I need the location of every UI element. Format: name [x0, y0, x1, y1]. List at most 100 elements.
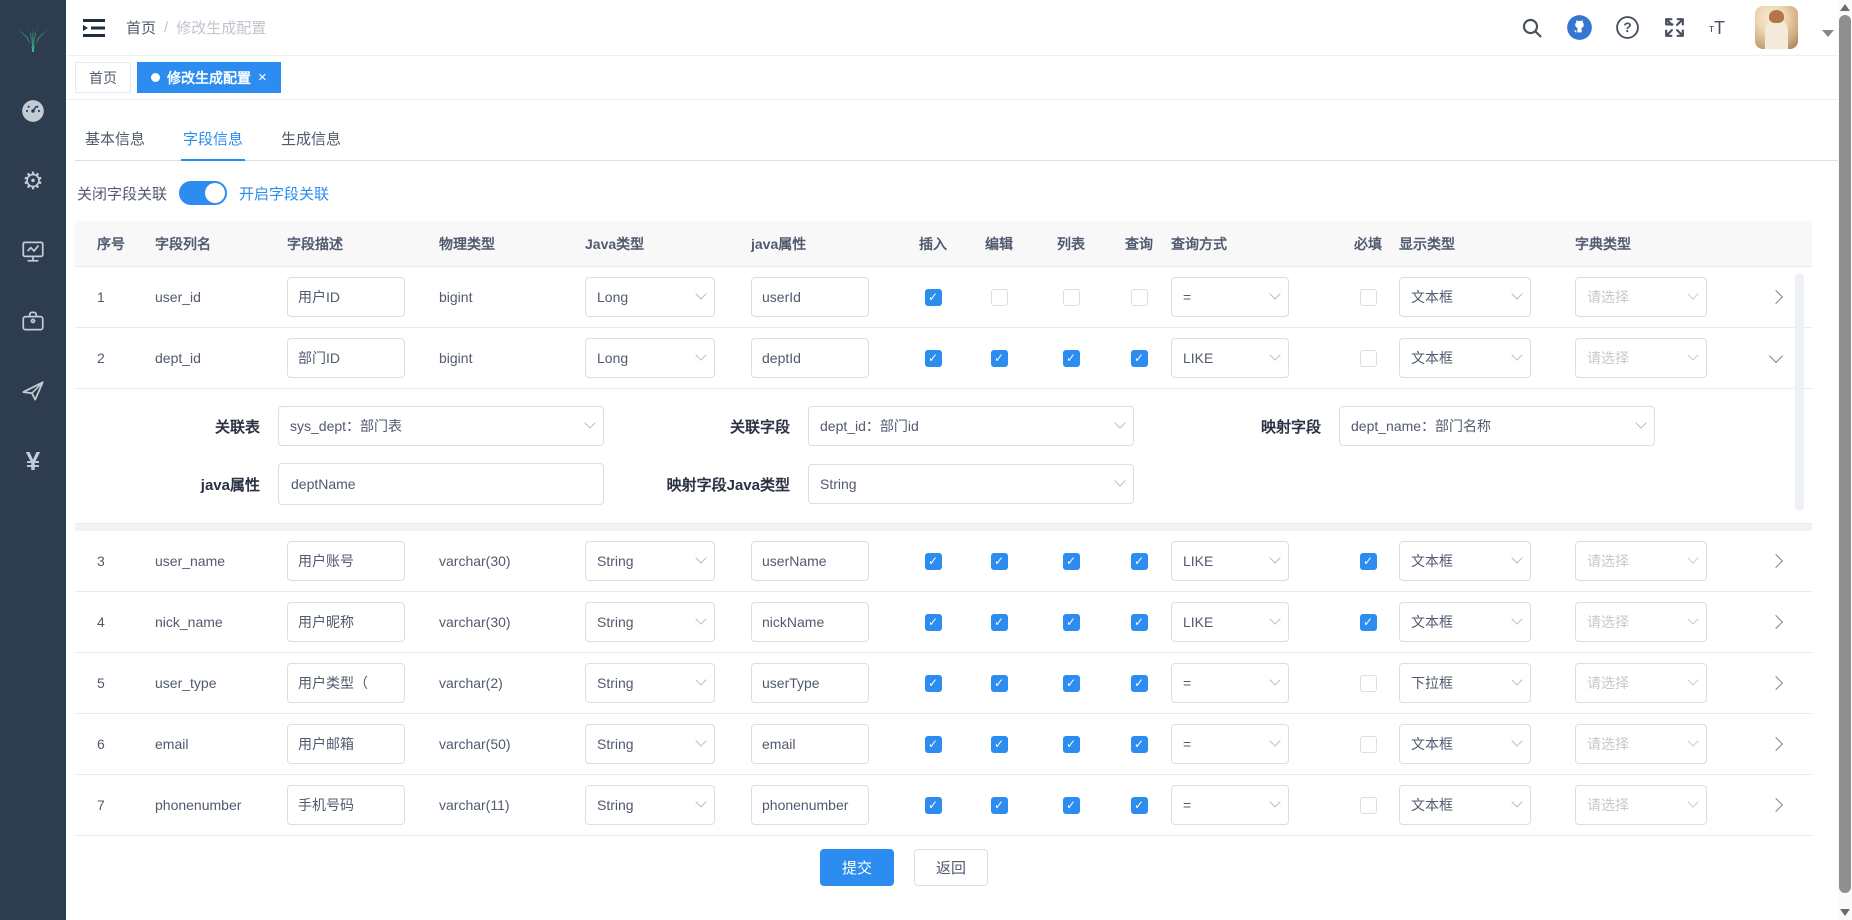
- list-checkbox[interactable]: [1063, 675, 1080, 692]
- list-checkbox[interactable]: [1063, 553, 1080, 570]
- java-type-select[interactable]: String: [585, 663, 715, 703]
- list-checkbox[interactable]: [1063, 736, 1080, 753]
- java-type-select[interactable]: String: [585, 785, 715, 825]
- sidebar-item-finance[interactable]: ¥: [0, 426, 66, 496]
- close-icon[interactable]: ×: [258, 69, 267, 86]
- required-checkbox[interactable]: [1360, 350, 1377, 367]
- sidebar-item-monitor[interactable]: [0, 216, 66, 286]
- sidebar-item-dashboard[interactable]: [0, 76, 66, 146]
- describe-input[interactable]: [287, 541, 405, 581]
- java-type-select[interactable]: Long: [585, 277, 715, 317]
- edit-checkbox[interactable]: [991, 553, 1008, 570]
- user-avatar[interactable]: [1755, 6, 1798, 49]
- html-type-select[interactable]: 文本框: [1399, 338, 1531, 378]
- scroll-down-arrow[interactable]: [1840, 909, 1850, 916]
- query-type-select[interactable]: LIKE: [1171, 541, 1289, 581]
- java-field-input[interactable]: [751, 338, 869, 378]
- describe-input[interactable]: [287, 724, 405, 764]
- dict-type-select[interactable]: 请选择: [1575, 541, 1707, 581]
- java-type-select[interactable]: String: [585, 541, 715, 581]
- list-checkbox[interactable]: [1063, 350, 1080, 367]
- sidebar-item-settings[interactable]: ⚙: [0, 146, 66, 216]
- expand-icon[interactable]: [1768, 615, 1782, 629]
- insert-checkbox[interactable]: [925, 675, 942, 692]
- query-checkbox[interactable]: [1131, 736, 1148, 753]
- query-checkbox[interactable]: [1131, 350, 1148, 367]
- edit-checkbox[interactable]: [991, 675, 1008, 692]
- insert-checkbox[interactable]: [925, 614, 942, 631]
- list-checkbox[interactable]: [1063, 289, 1080, 306]
- tab-basic-info[interactable]: 基本信息: [83, 116, 147, 160]
- list-checkbox[interactable]: [1063, 797, 1080, 814]
- expand-icon[interactable]: [1768, 554, 1782, 568]
- dict-type-select[interactable]: 请选择: [1575, 785, 1707, 825]
- html-type-select[interactable]: 文本框: [1399, 602, 1531, 642]
- query-type-select[interactable]: LIKE: [1171, 338, 1289, 378]
- map-java-type-select[interactable]: String: [808, 464, 1134, 504]
- assoc-field-select[interactable]: dept_id：部门id: [808, 406, 1134, 446]
- expand-icon[interactable]: [1768, 349, 1782, 363]
- required-checkbox[interactable]: [1360, 553, 1377, 570]
- html-type-select[interactable]: 文本框: [1399, 277, 1531, 317]
- font-size-icon[interactable]: тT: [1709, 19, 1725, 37]
- scroll-up-arrow[interactable]: [1840, 4, 1850, 11]
- tab-generate-info[interactable]: 生成信息: [279, 116, 343, 160]
- required-checkbox[interactable]: [1360, 289, 1377, 306]
- tag-current-page[interactable]: 修改生成配置 ×: [137, 62, 281, 93]
- java-field-input[interactable]: [751, 663, 869, 703]
- back-button[interactable]: 返回: [914, 849, 988, 886]
- java-type-select[interactable]: String: [585, 724, 715, 764]
- dict-type-select[interactable]: 请选择: [1575, 602, 1707, 642]
- describe-input[interactable]: [287, 785, 405, 825]
- describe-input[interactable]: [287, 338, 405, 378]
- java-field-input[interactable]: [751, 724, 869, 764]
- query-checkbox[interactable]: [1131, 675, 1148, 692]
- java-field-input[interactable]: [278, 463, 604, 505]
- expand-icon[interactable]: [1768, 290, 1782, 304]
- html-type-select[interactable]: 文本框: [1399, 785, 1531, 825]
- dict-type-select[interactable]: 请选择: [1575, 277, 1707, 317]
- fullscreen-icon[interactable]: [1662, 15, 1687, 40]
- tab-field-info[interactable]: 字段信息: [181, 116, 245, 160]
- insert-checkbox[interactable]: [925, 289, 942, 306]
- html-type-select[interactable]: 下拉框: [1399, 663, 1531, 703]
- map-field-select[interactable]: dept_name：部门名称: [1339, 406, 1655, 446]
- dict-type-select[interactable]: 请选择: [1575, 663, 1707, 703]
- insert-checkbox[interactable]: [925, 797, 942, 814]
- java-field-input[interactable]: [751, 277, 869, 317]
- java-field-input[interactable]: [751, 602, 869, 642]
- edit-checkbox[interactable]: [991, 614, 1008, 631]
- expand-icon[interactable]: [1768, 676, 1782, 690]
- expand-icon[interactable]: [1768, 737, 1782, 751]
- assoc-table-select[interactable]: sys_dept：部门表: [278, 406, 604, 446]
- field-relation-switch[interactable]: [179, 181, 227, 205]
- github-icon[interactable]: [1566, 14, 1593, 41]
- sidebar-item-send[interactable]: [0, 356, 66, 426]
- query-checkbox[interactable]: [1131, 614, 1148, 631]
- describe-input[interactable]: [287, 277, 405, 317]
- required-checkbox[interactable]: [1360, 675, 1377, 692]
- sidebar-item-briefcase[interactable]: [0, 286, 66, 356]
- html-type-select[interactable]: 文本框: [1399, 541, 1531, 581]
- query-checkbox[interactable]: [1131, 553, 1148, 570]
- query-checkbox[interactable]: [1131, 289, 1148, 306]
- expand-icon[interactable]: [1768, 798, 1782, 812]
- required-checkbox[interactable]: [1360, 736, 1377, 753]
- insert-checkbox[interactable]: [925, 553, 942, 570]
- required-checkbox[interactable]: [1360, 797, 1377, 814]
- breadcrumb-home[interactable]: 首页: [126, 17, 156, 38]
- describe-input[interactable]: [287, 602, 405, 642]
- java-type-select[interactable]: Long: [585, 338, 715, 378]
- list-checkbox[interactable]: [1063, 614, 1080, 631]
- java-field-input[interactable]: [751, 785, 869, 825]
- dict-type-select[interactable]: 请选择: [1575, 338, 1707, 378]
- query-type-select[interactable]: =: [1171, 785, 1289, 825]
- html-type-select[interactable]: 文本框: [1399, 724, 1531, 764]
- required-checkbox[interactable]: [1360, 614, 1377, 631]
- query-type-select[interactable]: LIKE: [1171, 602, 1289, 642]
- help-icon[interactable]: ?: [1615, 15, 1640, 40]
- edit-checkbox[interactable]: [991, 736, 1008, 753]
- edit-checkbox[interactable]: [991, 797, 1008, 814]
- insert-checkbox[interactable]: [925, 736, 942, 753]
- submit-button[interactable]: 提交: [820, 849, 894, 886]
